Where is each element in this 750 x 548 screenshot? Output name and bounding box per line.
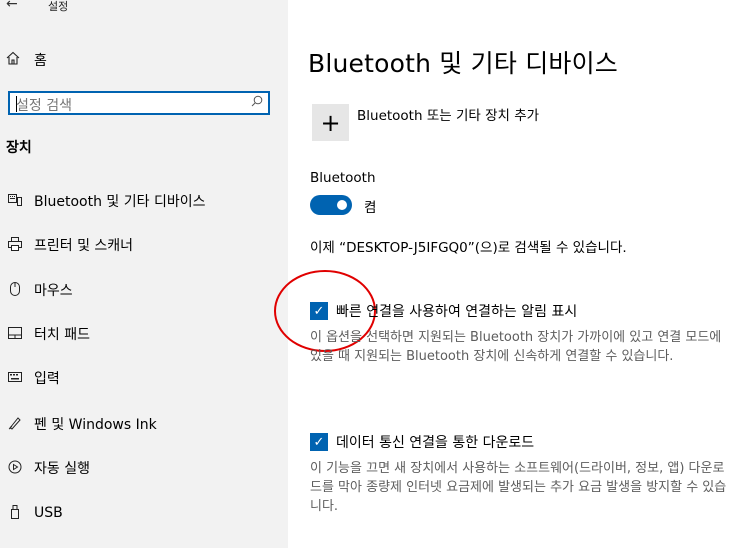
- window-title: 설정: [48, 0, 69, 13]
- sidebar-item-typing[interactable]: 입력: [6, 367, 60, 389]
- autoplay-icon: [6, 460, 24, 477]
- search-input[interactable]: 설정 검색: [8, 91, 270, 115]
- plus-icon: +: [320, 108, 341, 137]
- home-icon: [6, 51, 28, 69]
- add-device-button[interactable]: +: [312, 104, 349, 141]
- sidebar-item-label: 마우스: [34, 283, 73, 299]
- touchpad-icon: [6, 326, 24, 342]
- search-icon[interactable]: [251, 95, 263, 110]
- swift-pair-checkbox[interactable]: ✓: [310, 302, 328, 320]
- sidebar-item-label: Bluetooth 및 기타 디바이스: [34, 194, 206, 210]
- metered-download-label[interactable]: 데이터 통신 연결을 통한 다운로드: [336, 432, 534, 452]
- bluetooth-toggle[interactable]: [310, 195, 352, 215]
- sidebar: ← 설정 홈 설정 검색 장치 Bluetooth 및 기타 디바이스 프린터 …: [0, 0, 288, 548]
- back-arrow-icon[interactable]: ←: [6, 0, 18, 12]
- sidebar-item-printers[interactable]: 프린터 및 스캐너: [6, 234, 133, 256]
- section-title-devices: 장치: [6, 140, 32, 156]
- usb-icon: [6, 504, 24, 522]
- sidebar-item-label: 프린터 및 스캐너: [34, 238, 134, 254]
- checkmark-icon: ✓: [313, 434, 325, 450]
- bluetooth-label: Bluetooth: [310, 170, 376, 186]
- add-device-label[interactable]: Bluetooth 또는 기타 장치 추가: [357, 104, 539, 124]
- main-content: Bluetooth 및 기타 디바이스 + Bluetooth 또는 기타 장치…: [274, 0, 750, 548]
- checkmark-icon: ✓: [313, 303, 325, 319]
- sidebar-item-touchpad[interactable]: 터치 패드: [6, 323, 90, 345]
- bluetooth-devices-icon: [6, 193, 24, 209]
- keyboard-icon: [6, 371, 24, 385]
- toggle-knob: [337, 200, 347, 210]
- sidebar-item-label: 펜 및 Windows Ink: [34, 417, 157, 433]
- swift-pair-description: 이 옵션을 선택하면 지원되는 Bluetooth 장치가 가까이에 있고 연결…: [310, 330, 722, 364]
- sidebar-item-label: 입력: [34, 371, 60, 387]
- sidebar-item-bluetooth[interactable]: Bluetooth 및 기타 디바이스: [6, 190, 205, 212]
- sidebar-item-label: 터치 패드: [34, 327, 90, 343]
- sidebar-item-label: 자동 실행: [34, 461, 90, 477]
- printer-icon: [6, 236, 24, 254]
- home-nav[interactable]: 홈: [6, 50, 47, 70]
- pen-icon: [6, 416, 24, 433]
- search-placeholder: 설정 검색: [16, 98, 72, 114]
- swift-pair-label[interactable]: 빠른 연결을 사용하여 연결하는 알림 표시: [336, 301, 577, 321]
- page-title: Bluetooth 및 기타 디바이스: [308, 49, 619, 78]
- mouse-icon: [6, 281, 24, 299]
- metered-download-checkbox[interactable]: ✓: [310, 433, 328, 451]
- home-label: 홈: [34, 53, 47, 69]
- sidebar-item-label: USB: [34, 505, 63, 521]
- sidebar-item-pen[interactable]: 펜 및 Windows Ink: [6, 413, 157, 435]
- metered-download-description: 이 기능을 끄면 새 장치에서 사용하는 소프트웨어(드라이버, 정보, 앱) …: [310, 461, 727, 514]
- discoverable-text: 이제 “DESKTOP-J5IFGQ0”(으)로 검색될 수 있습니다.: [310, 240, 627, 256]
- bluetooth-state-text: 켬: [364, 200, 377, 216]
- sidebar-item-usb[interactable]: USB: [6, 502, 63, 524]
- title-bar: ← 설정: [0, 0, 288, 18]
- sidebar-item-autoplay[interactable]: 자동 실행: [6, 457, 90, 479]
- sidebar-item-mouse[interactable]: 마우스: [6, 279, 73, 301]
